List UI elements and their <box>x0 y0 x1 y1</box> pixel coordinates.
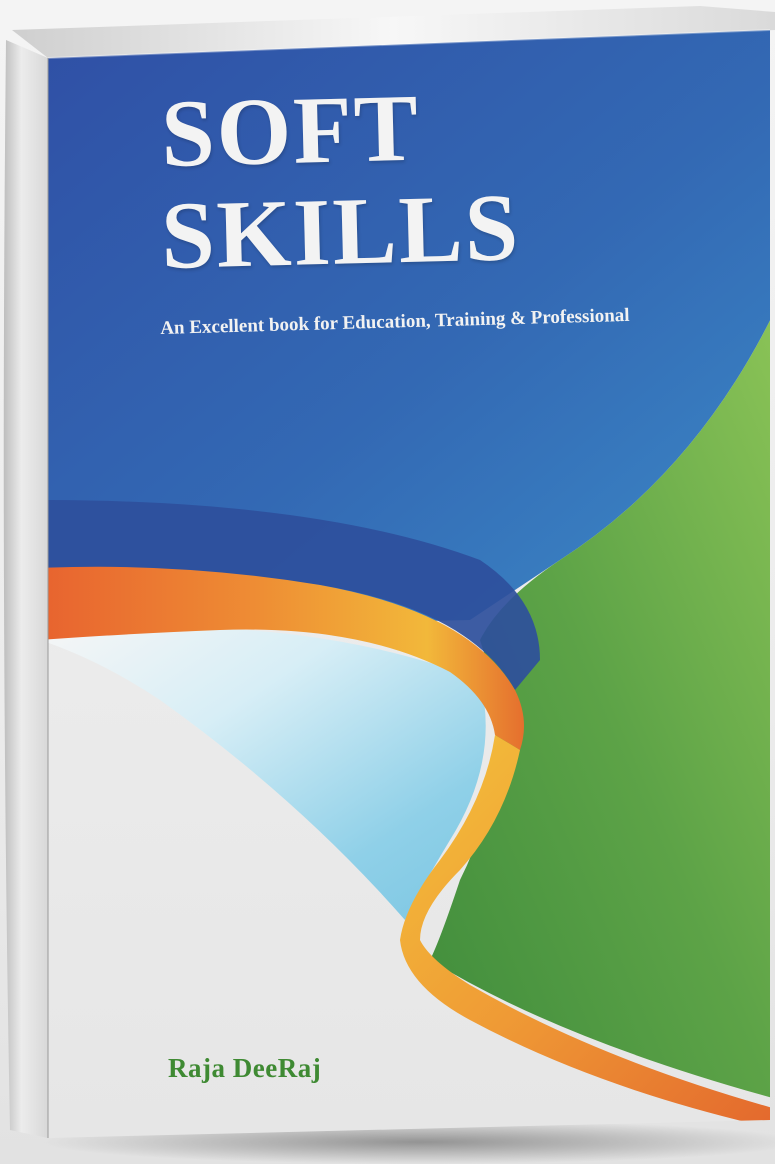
book-spine <box>3 40 48 1138</box>
book-author: Raja DeeRaj <box>168 1053 322 1083</box>
book-title-line-1: SOFT <box>159 73 422 187</box>
book-title-line-2: SKILLS <box>159 173 522 289</box>
book-mockup-scene: SOFT SKILLS An Excellent book for Educat… <box>0 0 775 1164</box>
